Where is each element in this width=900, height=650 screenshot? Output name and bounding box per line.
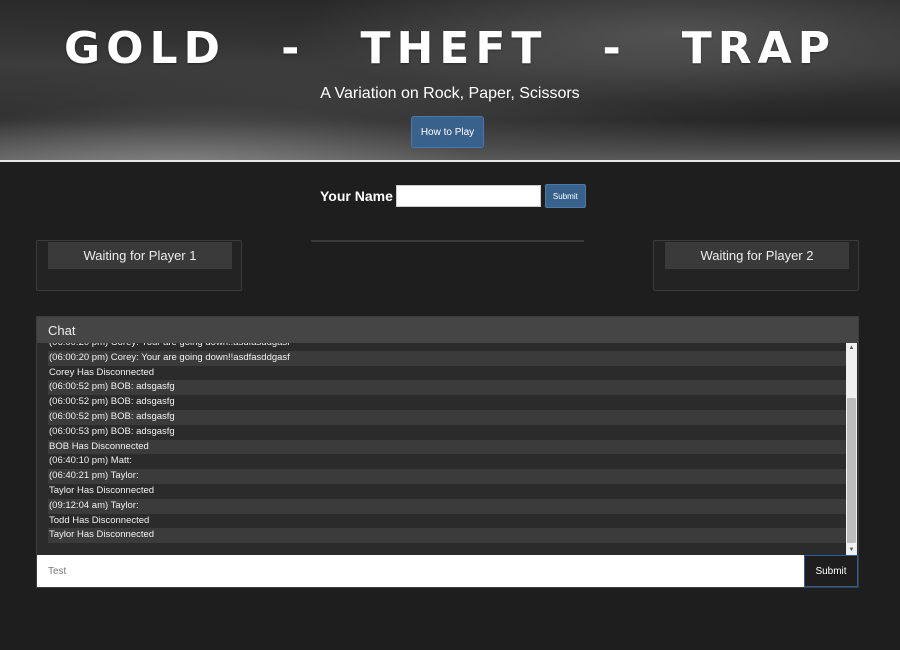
chat-log[interactable]: (06:00:20 pm) Corey: Your are going down… — [37, 343, 858, 555]
title-word-gold: GOLD — [64, 22, 227, 74]
title-dash-1: - — [281, 22, 306, 74]
name-form: Your Name Submit — [320, 184, 586, 208]
chat-title: Chat — [37, 317, 858, 343]
title-dash-2: - — [602, 22, 627, 74]
chat-message: Todd Has Disconnected — [49, 514, 150, 526]
player2-panel: Waiting for Player 2 — [653, 240, 859, 291]
chat-message: (06:00:20 pm) Corey: Your are going down… — [48, 350, 846, 366]
chat-scrollbar[interactable]: ▲ ▼ — [846, 343, 857, 555]
scroll-up-arrow-icon[interactable]: ▲ — [846, 343, 857, 353]
chat-message: (06:40:21 pm) Taylor: — [48, 469, 846, 484]
game-title: GOLD - THEFT - TRAP — [0, 22, 900, 74]
name-label: Your Name — [320, 188, 393, 204]
name-submit-button[interactable]: Submit — [544, 184, 586, 208]
chat-message: (06:00:52 pm) BOB: adsgasfg — [48, 409, 846, 425]
chat-message: Corey Has Disconnected — [49, 366, 155, 378]
chat-submit-button[interactable]: Submit — [804, 555, 858, 587]
player1-status: Waiting for Player 1 — [48, 242, 232, 269]
chat-message: (06:00:20 pm) Corey: Your are going down… — [48, 343, 846, 351]
chat-message: Taylor Has Disconnected — [48, 528, 846, 544]
center-divider — [311, 240, 584, 242]
chat-message: BOB Has Disconnected — [48, 439, 846, 455]
game-subtitle: A Variation on Rock, Paper, Scissors — [320, 85, 580, 102]
title-word-trap: TRAP — [681, 22, 836, 74]
chat-message: (06:00:53 pm) BOB: adsgasfg — [49, 425, 175, 437]
chat-message: Taylor Has Disconnected — [49, 484, 155, 496]
chat-message: (09:12:04 am) Taylor: — [48, 498, 846, 514]
player2-status: Waiting for Player 2 — [665, 242, 849, 269]
chat-message: (06:00:52 pm) BOB: adsgasfg — [49, 396, 175, 408]
player1-panel: Waiting for Player 1 — [36, 240, 242, 291]
chat-panel: Chat (06:00:20 pm) Corey: Your are going… — [36, 316, 859, 588]
header-banner: GOLD - THEFT - TRAP A Variation on Rock,… — [0, 0, 900, 162]
chat-message: (06:00:52 pm) BOB: adsgasfg — [48, 380, 846, 396]
chat-message: (06:40:10 pm) Matt: — [49, 455, 132, 467]
scrollbar-thumb[interactable] — [847, 398, 856, 543]
title-word-theft: THEFT — [360, 22, 548, 74]
scroll-down-arrow-icon[interactable]: ▼ — [846, 545, 857, 555]
chat-message-input[interactable]: Test — [37, 555, 804, 587]
chat-message-list: (06:00:20 pm) Corey: Your are going down… — [48, 343, 846, 544]
how-to-play-button[interactable]: How to Play — [411, 116, 484, 148]
name-input[interactable] — [395, 185, 541, 207]
